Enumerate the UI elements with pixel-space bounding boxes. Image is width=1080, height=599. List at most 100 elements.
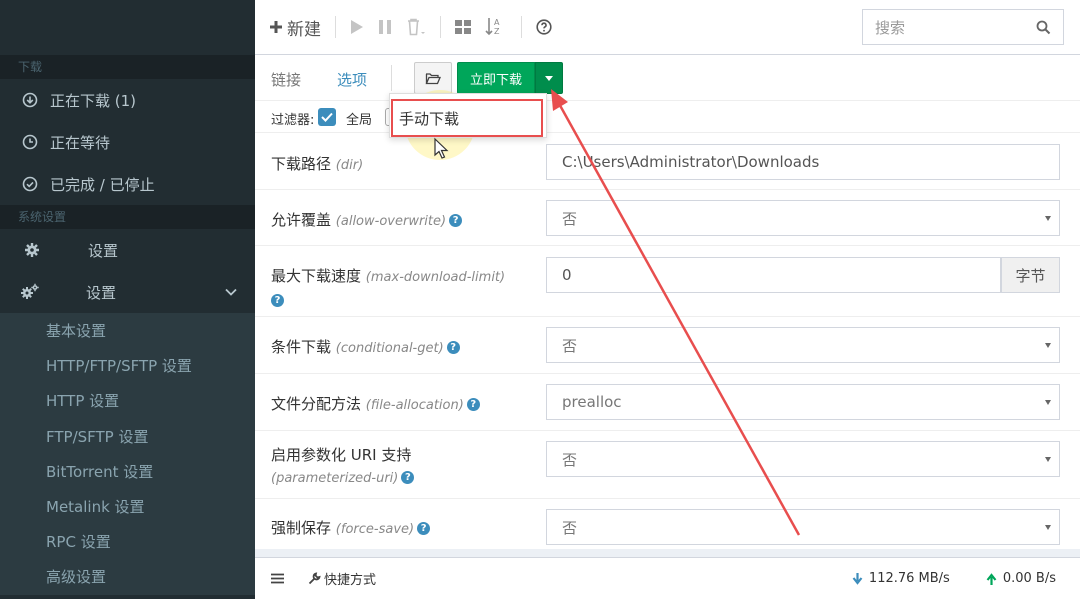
footer: 快捷方式 112.76 MB/s 0.00 B/s xyxy=(255,557,1080,599)
dir-input[interactable]: C:\Users\Administrator\Downloads xyxy=(546,144,1060,180)
sidebar-subitem-http-ftp-sftp[interactable]: HTTP/FTP/SFTP 设置 xyxy=(0,348,255,383)
shortcuts-label: 快捷方式 xyxy=(324,573,377,588)
select-arrow-icon xyxy=(1045,216,1051,221)
grid-icon xyxy=(455,20,471,34)
max-download-limit-input[interactable]: 0 xyxy=(546,257,1001,293)
svg-text:Z: Z xyxy=(494,27,500,36)
open-folder-button[interactable] xyxy=(414,62,452,94)
file-allocation-select[interactable]: prealloc xyxy=(546,384,1060,420)
parameterized-uri-select[interactable]: 否 xyxy=(546,441,1060,477)
sidebar-item-downloading[interactable]: 正在下载 (1) xyxy=(0,79,255,121)
sidebar-subitem-http[interactable]: HTTP 设置 xyxy=(0,383,255,418)
caret-down-icon xyxy=(545,75,553,81)
mouse-cursor-icon xyxy=(434,137,449,159)
chevron-down-icon xyxy=(225,285,237,299)
filter-label: 过滤器: xyxy=(271,113,315,128)
svg-text:A: A xyxy=(494,18,500,27)
download-dropdown-menu: 手动下载 xyxy=(389,93,547,138)
option-row-parameterized-uri: 启用参数化 URI 支持 (parameterized-uri)? 否 xyxy=(255,431,1080,499)
help-icon[interactable]: ? xyxy=(449,214,463,227)
upload-speed-value: 0.00 B/s xyxy=(1002,571,1056,586)
option-row-force-save: 强制保存 (force-save)? 否 xyxy=(255,499,1080,549)
sidebar-subitem-bittorrent[interactable]: BitTorrent 设置 xyxy=(0,454,255,489)
pause-button[interactable] xyxy=(378,19,392,35)
select-arrow-icon xyxy=(1045,525,1051,530)
sidebar-subitem-metalink[interactable]: Metalink 设置 xyxy=(0,489,255,524)
help-icon[interactable]: ? xyxy=(446,341,460,354)
sidebar-item-label: 设置 xyxy=(88,241,119,260)
option-row-file-allocation: 文件分配方法 (file-allocation)? prealloc xyxy=(255,374,1080,431)
arrow-circle-down-icon xyxy=(20,90,40,110)
pause-icon xyxy=(379,20,391,34)
unit-addon[interactable]: 字节 xyxy=(1001,257,1060,293)
play-icon xyxy=(351,20,363,34)
force-save-select[interactable]: 否 xyxy=(546,509,1060,545)
help-icon[interactable]: ? xyxy=(271,294,284,307)
tab-options[interactable]: 选项 xyxy=(337,69,367,90)
filter-row: 过滤器: 全局 xyxy=(255,101,1080,133)
option-label: 最大下载速度 (max-download-limit)? xyxy=(271,265,541,311)
sidebar-header-download: 下载 xyxy=(0,55,255,79)
sidebar-item-waiting[interactable]: 正在等待 xyxy=(0,121,255,163)
option-key: (parameterized-uri) xyxy=(271,471,399,486)
option-name: 最大下载速度 xyxy=(271,267,362,285)
tab-divider xyxy=(391,65,392,91)
sidebar-item-label: 设置 xyxy=(86,283,117,302)
tab-links[interactable]: 链接 xyxy=(271,69,301,90)
option-label: 文件分配方法 (file-allocation)? xyxy=(271,393,480,414)
arrow-down-icon xyxy=(852,572,863,585)
option-key: (dir) xyxy=(335,158,364,173)
sidebar-logo-area xyxy=(0,0,255,55)
select-button[interactable] xyxy=(455,20,471,34)
toolbar-divider xyxy=(440,16,441,38)
help-icon[interactable]: ? xyxy=(401,471,415,484)
conditional-get-select[interactable]: 否 xyxy=(546,327,1060,363)
option-name: 条件下载 xyxy=(271,338,332,356)
sidebar-subitem-basic[interactable]: 基本设置 xyxy=(0,313,255,348)
sidebar: 下载 正在下载 (1) 正在等待 已完成 / 已停止 系统设置 设置 设置 基本… xyxy=(0,0,255,599)
download-options-toggle[interactable] xyxy=(535,62,563,94)
sort-button[interactable]: AZ xyxy=(485,17,507,37)
sidebar-item-label: 正在下载 (1) xyxy=(50,91,137,110)
help-icon[interactable]: ? xyxy=(466,398,480,411)
start-button[interactable] xyxy=(350,19,364,35)
parameterized-uri-value: 否 xyxy=(562,450,578,469)
sidebar-subitem-advanced[interactable]: 高级设置 xyxy=(0,559,255,594)
sidebar-item-stopped[interactable]: 已完成 / 已停止 xyxy=(0,163,255,205)
sidebar-item-settings[interactable]: 设置 xyxy=(0,229,255,271)
help-button[interactable] xyxy=(536,19,552,35)
tabs-row: 链接 选项 立即下载 xyxy=(255,55,1080,101)
manual-download-item[interactable]: 手动下载 xyxy=(391,99,543,137)
option-key: (conditional-get) xyxy=(335,341,444,356)
wrench-icon xyxy=(308,572,321,585)
menu-button[interactable] xyxy=(271,573,284,584)
option-key: (force-save) xyxy=(335,522,415,537)
select-arrow-icon xyxy=(1045,343,1051,348)
search-input[interactable]: 搜索 xyxy=(862,9,1064,45)
new-button[interactable]: 新建 xyxy=(269,15,321,40)
max-download-limit-value: 0 xyxy=(562,266,572,284)
option-key: (max-download-limit) xyxy=(365,270,506,285)
toolbar-divider xyxy=(335,16,336,38)
delete-button[interactable] xyxy=(406,18,426,36)
option-name: 下载路径 xyxy=(271,155,332,173)
option-key: (allow-overwrite) xyxy=(335,214,447,229)
allow-overwrite-select[interactable]: 否 xyxy=(546,200,1060,236)
allow-overwrite-value: 否 xyxy=(562,209,578,228)
shortcuts-button[interactable]: 快捷方式 xyxy=(308,569,376,588)
global-checkbox[interactable] xyxy=(318,108,336,126)
sidebar-item-settings-group[interactable]: 设置 xyxy=(0,271,255,313)
option-name: 允许覆盖 xyxy=(271,211,332,229)
download-speed-value: 112.76 MB/s xyxy=(868,571,950,586)
sidebar-subitem-rpc[interactable]: RPC 设置 xyxy=(0,524,255,559)
select-arrow-icon xyxy=(1045,457,1051,462)
option-label: 条件下载 (conditional-get)? xyxy=(271,336,460,357)
download-now-button[interactable]: 立即下载 xyxy=(457,62,535,94)
plus-icon xyxy=(270,21,282,33)
help-icon[interactable]: ? xyxy=(417,522,431,535)
download-speed: 112.76 MB/s xyxy=(852,571,950,586)
sidebar-subitem-ftp-sftp[interactable]: FTP/SFTP 设置 xyxy=(0,419,255,454)
gears-icon xyxy=(20,282,40,302)
option-label: 启用参数化 URI 支持 (parameterized-uri)? xyxy=(271,444,541,490)
select-arrow-icon xyxy=(1045,400,1051,405)
